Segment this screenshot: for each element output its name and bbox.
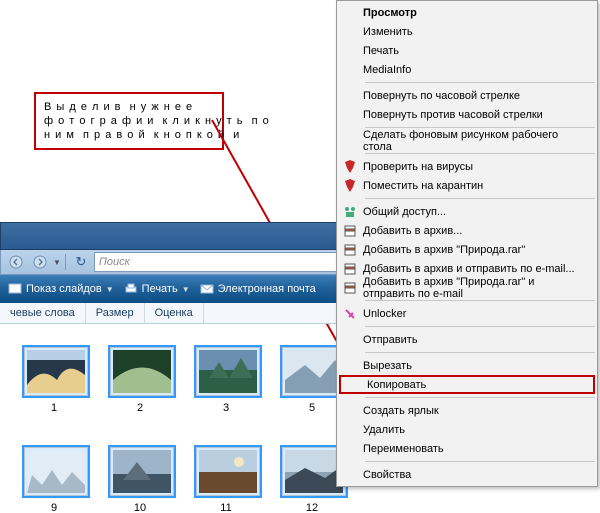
ctx-mediainfo[interactable]: MediaInfo bbox=[337, 60, 597, 79]
annotation-line: н и м п р а в о й к н о п к о й и bbox=[44, 128, 214, 142]
kaspersky-icon bbox=[337, 160, 363, 174]
search-placeholder: Поиск bbox=[99, 256, 130, 268]
slideshow-icon bbox=[8, 282, 22, 296]
thumbnail-caption: 9 bbox=[24, 502, 84, 513]
archive-icon bbox=[337, 262, 363, 276]
thumbnail-row: 1 2 3 5 bbox=[0, 347, 371, 414]
search-input[interactable]: Поиск bbox=[94, 252, 342, 272]
refresh-button[interactable]: ↻ bbox=[70, 252, 92, 272]
thumbnail-item[interactable]: 3 bbox=[196, 347, 256, 414]
ctx-wallpaper[interactable]: Сделать фоновым рисунком рабочего стола bbox=[337, 131, 597, 150]
column-keywords[interactable]: чевые слова bbox=[0, 303, 86, 323]
separator bbox=[365, 352, 595, 353]
nav-back-button[interactable] bbox=[5, 252, 27, 272]
thumbnail-item[interactable]: 11 bbox=[196, 447, 256, 513]
thumbnail-frame bbox=[110, 347, 174, 396]
annotation-line: В ы д е л и в н у ж н е е bbox=[44, 100, 214, 114]
print-icon bbox=[124, 282, 138, 296]
nav-forward-button[interactable] bbox=[29, 252, 51, 272]
thumbnail-frame bbox=[24, 447, 88, 496]
explorer-address-bar: ▼ ↻ Поиск bbox=[0, 250, 347, 275]
separator bbox=[365, 198, 595, 199]
separator bbox=[65, 254, 66, 270]
thumbnail-item[interactable]: 9 bbox=[24, 447, 84, 513]
ctx-add-archive[interactable]: Добавить в архив... bbox=[337, 221, 597, 240]
explorer-toolbar: Показ слайдов ▼ Печать ▼ Электронная поч… bbox=[0, 275, 347, 303]
context-menu: Просмотр Изменить Печать MediaInfo Повер… bbox=[336, 0, 598, 487]
separator bbox=[365, 397, 595, 398]
thumbnail-frame bbox=[24, 347, 88, 396]
ctx-properties[interactable]: Свойства bbox=[337, 465, 597, 484]
unlocker-icon bbox=[337, 307, 363, 321]
share-icon bbox=[337, 205, 363, 219]
thumbnail-item[interactable]: 1 bbox=[24, 347, 84, 414]
separator bbox=[365, 153, 595, 154]
dropdown-icon: ▼ bbox=[182, 285, 190, 294]
thumbnail-frame bbox=[196, 447, 260, 496]
annotation-box: В ы д е л и в н у ж н е е ф о т о г р а … bbox=[34, 92, 224, 150]
explorer-column-headers: чевые слова Размер Оценка bbox=[0, 303, 347, 324]
annotation-line: ф о т о г р а ф и и к л и к н у т ь п о bbox=[44, 114, 214, 128]
thumbnail-caption: 2 bbox=[110, 402, 170, 414]
archive-icon bbox=[337, 243, 363, 257]
toolbar-email[interactable]: Электронная почта bbox=[200, 282, 316, 296]
nav-history-dropdown[interactable]: ▼ bbox=[53, 258, 61, 267]
ctx-rotate-ccw[interactable]: Повернуть против часовой стрелки bbox=[337, 105, 597, 124]
ctx-print[interactable]: Печать bbox=[337, 41, 597, 60]
kaspersky-icon bbox=[337, 179, 363, 193]
column-size[interactable]: Размер bbox=[86, 303, 145, 323]
ctx-send[interactable]: Отправить bbox=[337, 330, 597, 349]
toolbar-slideshow[interactable]: Показ слайдов ▼ bbox=[8, 282, 114, 296]
email-icon bbox=[200, 282, 214, 296]
archive-icon bbox=[337, 281, 363, 295]
thumbnail-caption: 12 bbox=[282, 502, 342, 513]
ctx-shortcut[interactable]: Создать ярлык bbox=[337, 401, 597, 420]
explorer-titlebar bbox=[0, 222, 347, 250]
ctx-copy[interactable]: Копировать bbox=[339, 375, 595, 394]
column-rating[interactable]: Оценка bbox=[145, 303, 204, 323]
thumbnail-caption: 10 bbox=[110, 502, 170, 513]
separator bbox=[365, 461, 595, 462]
ctx-quarantine[interactable]: Поместить на карантин bbox=[337, 176, 597, 195]
ctx-cut[interactable]: Вырезать bbox=[337, 356, 597, 375]
separator bbox=[365, 300, 595, 301]
ctx-add-archive-name[interactable]: Добавить в архив "Природа.rar" bbox=[337, 240, 597, 259]
ctx-rotate-cw[interactable]: Повернуть по часовой стрелке bbox=[337, 86, 597, 105]
explorer-window: ▼ ↻ Поиск Показ слайдов ▼ Печать ▼ Элект… bbox=[0, 222, 347, 324]
dropdown-icon: ▼ bbox=[106, 285, 114, 294]
thumbnail-item[interactable]: 12 bbox=[282, 447, 342, 513]
ctx-add-archive-name-email[interactable]: Добавить в архив "Природа.rar" и отправи… bbox=[337, 278, 597, 297]
thumbnail-item[interactable]: 5 bbox=[282, 347, 342, 414]
thumbnail-caption: 5 bbox=[282, 402, 342, 414]
thumbnail-frame bbox=[110, 447, 174, 496]
ctx-rename[interactable]: Переименовать bbox=[337, 439, 597, 458]
thumbnail-item[interactable]: 10 bbox=[110, 447, 170, 513]
ctx-view[interactable]: Просмотр bbox=[337, 3, 597, 22]
separator bbox=[365, 82, 595, 83]
ctx-edit[interactable]: Изменить bbox=[337, 22, 597, 41]
toolbar-print[interactable]: Печать ▼ bbox=[124, 282, 190, 296]
thumbnail-row: 9 10 11 12 bbox=[0, 447, 371, 513]
thumbnail-caption: 11 bbox=[196, 502, 256, 513]
thumbnail-frame bbox=[196, 347, 260, 396]
ctx-share[interactable]: Общий доступ... bbox=[337, 202, 597, 221]
ctx-delete[interactable]: Удалить bbox=[337, 420, 597, 439]
separator bbox=[365, 326, 595, 327]
thumbnail-item[interactable]: 2 bbox=[110, 347, 170, 414]
ctx-virus-check[interactable]: Проверить на вирусы bbox=[337, 157, 597, 176]
thumbnail-caption: 3 bbox=[196, 402, 256, 414]
thumbnail-caption: 1 bbox=[24, 402, 84, 414]
archive-icon bbox=[337, 224, 363, 238]
ctx-unlocker[interactable]: Unlocker bbox=[337, 304, 597, 323]
